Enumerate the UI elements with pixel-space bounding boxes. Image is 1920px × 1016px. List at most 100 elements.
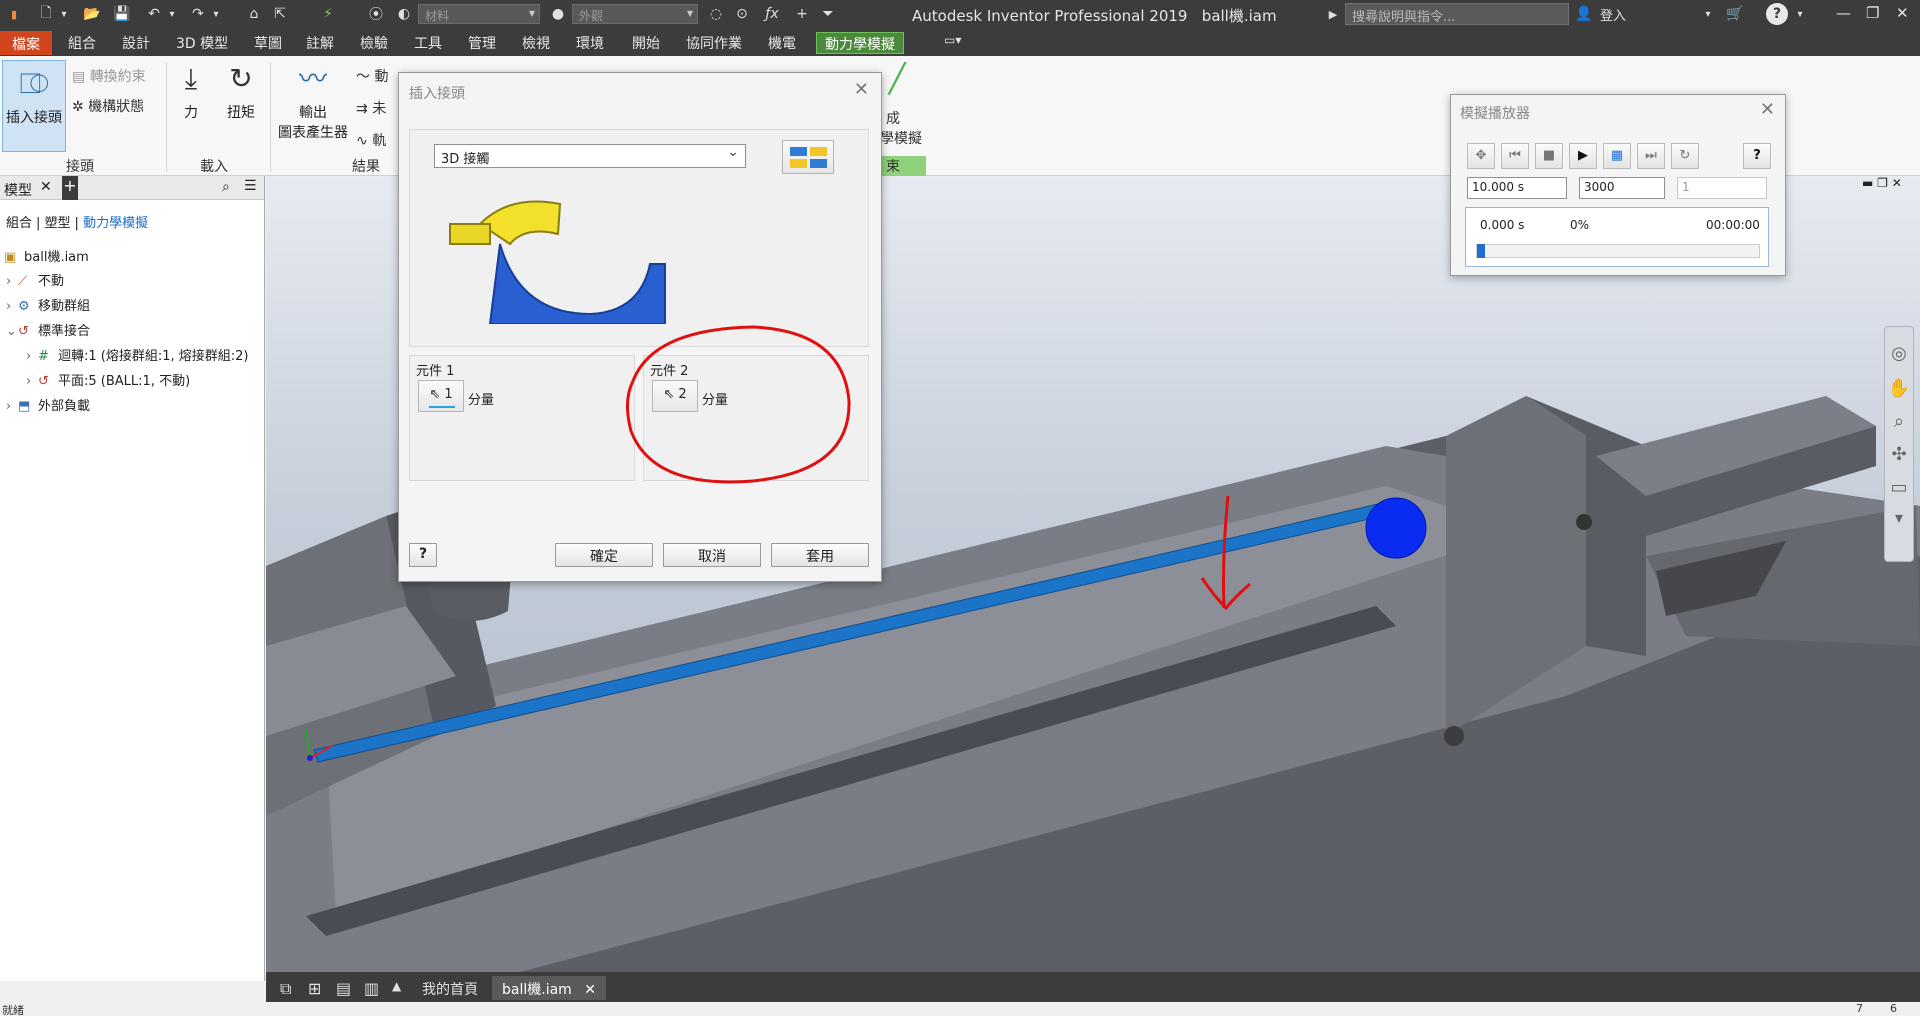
screen-refresh-button[interactable]: ▦ [1603,143,1631,169]
search-expand-icon[interactable]: ▶ [1326,3,1340,25]
images-input[interactable]: 3000 [1579,177,1665,199]
home-icon[interactable]: ⌂ [244,3,264,25]
open-icon[interactable]: 📂 [82,3,102,25]
player-help-button[interactable]: ? [1743,143,1771,169]
login-button[interactable]: 登入 [1598,3,1628,25]
dialog-help-button[interactable]: ? [409,543,437,567]
expand-icon[interactable]: › [26,349,38,364]
restore-icon[interactable]: ❐ [1866,4,1879,22]
look-at-icon[interactable]: ▭ [1885,477,1913,498]
tree-item-revolution-joint[interactable]: › # 迴轉:1 (熔接群組:1, 熔接群組:2) [26,345,249,364]
trace-button[interactable]: ∿ 軌 [356,130,386,150]
nav-options-icon[interactable]: ▾ [1885,508,1913,527]
measure-icon[interactable]: ⦿ [366,3,386,25]
color-wheel-icon[interactable]: ◐ [394,3,414,25]
help-dropdown-icon[interactable]: ▾ [1794,3,1806,25]
unknown-force-button[interactable]: ⇉ 未 [356,98,386,118]
ok-button[interactable]: 確定 [555,543,653,567]
tab-sketch[interactable]: 草圖 [246,32,290,54]
add-icon[interactable]: + [792,3,812,25]
tab-list-icon[interactable]: ▲ [382,976,411,1000]
tree-item-grounded[interactable]: › ⟋ 不動 [6,270,64,289]
tree-item-standard-joints[interactable]: ⌄↺ 標準接合 [6,320,90,339]
browser-menu-icon[interactable]: ☰ [244,178,257,194]
tab-assemble[interactable]: 組合 [60,32,104,54]
joint-type-select[interactable]: 3D 接觸 [434,144,746,168]
tree-root[interactable]: ▣ ball機.iam [4,246,89,265]
mode-dynamic-simulation[interactable]: 動力學模擬 [83,216,148,231]
appearance-combo[interactable]: 外觀 [572,4,698,24]
apply-button[interactable]: 套用 [771,543,869,567]
tree-item-mobile-groups[interactable]: › ⚙ 移動群組 [6,295,90,314]
tab-collaborate[interactable]: 協同作業 [678,32,750,54]
torque-button[interactable]: ↻ 扭矩 [220,60,262,122]
expand-icon[interactable]: › [6,274,18,289]
tab-3d-model[interactable]: 3D 模型 [168,32,236,54]
player-close-icon[interactable]: ✕ [1760,99,1775,120]
update-icon[interactable]: ⚡ [318,3,338,25]
expand-icon[interactable]: › [6,299,18,314]
cart-icon[interactable]: 🛒 [1724,3,1746,25]
login-dropdown-icon[interactable]: ▾ [1702,3,1714,25]
slider-thumb[interactable] [1477,244,1485,258]
final-time-input[interactable]: 10.000 s [1467,177,1567,199]
loop-button[interactable]: ↻ [1671,143,1699,169]
tab-inspect[interactable]: 檢驗 [352,32,396,54]
new-dropdown-icon[interactable]: ▾ [58,3,70,25]
browser-title[interactable]: 模型 [4,180,32,200]
zoom-icon[interactable]: ⌕ [1885,411,1913,432]
filter-select[interactable]: 1 [1677,177,1767,199]
stop-button[interactable]: ■ [1535,143,1563,169]
cascade-icon[interactable]: ⧉ [270,976,301,1000]
play-button[interactable]: ▶ [1569,143,1597,169]
component1-select-button[interactable]: ⇖ 1 [418,380,464,412]
tab-environments[interactable]: 環境 [568,32,612,54]
collapse-icon[interactable]: ⌄ [6,324,18,339]
close-browser-icon[interactable]: ✕ [40,179,52,195]
insert-joint-button[interactable]: ⎄ 插入接頭 [2,60,66,152]
joint-table-button[interactable] [782,140,834,174]
help-button[interactable]: ? [1766,3,1788,25]
mechanism-status-button[interactable]: ✲ 機構狀態 [72,96,144,116]
minimize-icon[interactable]: — [1836,4,1851,22]
tab-get-started[interactable]: 開始 [624,32,668,54]
pan-icon[interactable]: ✋ [1885,378,1913,399]
mode-assembly[interactable]: 組合 [6,216,32,231]
tab-my-home[interactable]: 我的首頁 [412,976,488,1000]
panel-options-icon[interactable]: ▭▾ [936,32,969,54]
cancel-button[interactable]: 取消 [663,543,761,567]
return-icon[interactable]: ⇱ [270,3,290,25]
tab-annotate[interactable]: 註解 [298,32,342,54]
tab-view[interactable]: 檢視 [514,32,558,54]
adjust-icon[interactable]: ⊙ [732,3,752,25]
parameters-icon[interactable]: ƒx [762,3,782,25]
tab-manage[interactable]: 管理 [460,32,504,54]
orbit-icon[interactable]: ✣ [1885,444,1913,465]
dynamic-part-motion-button[interactable]: 〜 動 [356,66,388,86]
tree-item-external-loads[interactable]: › ⬒ 外部負載 [6,395,90,414]
save-icon[interactable]: 💾 [112,3,132,25]
force-button[interactable]: ⤓ 力 [170,60,212,122]
tab-file[interactable]: 檔案 [0,31,52,55]
tree-item-planar-joint[interactable]: › ↺ 平面:5 (BALL:1, 不動) [26,370,190,389]
output-grapher-button[interactable]: 〰 輸出 圖表產生器 [272,60,354,142]
undo-dropdown-icon[interactable]: ▾ [166,3,178,25]
material-combo[interactable]: 材料 [418,4,540,24]
expand-icon[interactable]: › [26,374,38,389]
inventor-logo-icon[interactable]: ▮ [4,3,24,25]
steering-wheel-icon[interactable]: ◎ [1885,343,1913,364]
close-tab-icon[interactable]: ✕ [584,982,596,998]
dialog-close-icon[interactable]: ✕ [854,79,869,100]
tab-dynamic-simulation[interactable]: 動力學模擬 [816,32,904,54]
customize-qat-icon[interactable]: ⏷ [818,3,838,25]
tab-tools[interactable]: 工具 [406,32,450,54]
undo-icon[interactable]: ↶ [144,3,164,25]
clear-appearance-icon[interactable]: ◌ [706,3,726,25]
end-button[interactable]: ⏭ [1637,143,1665,169]
viewport-window-controls[interactable]: ▬ ❐ ✕ [1862,176,1902,190]
redo-icon[interactable]: ↷ [188,3,208,25]
mode-modeling[interactable]: 塑型 [45,216,71,231]
rewind-button[interactable]: ⏮ [1501,143,1529,169]
appearance-icon[interactable]: ● [548,3,568,25]
help-search-input[interactable]: 搜尋說明與指令... [1345,3,1569,25]
